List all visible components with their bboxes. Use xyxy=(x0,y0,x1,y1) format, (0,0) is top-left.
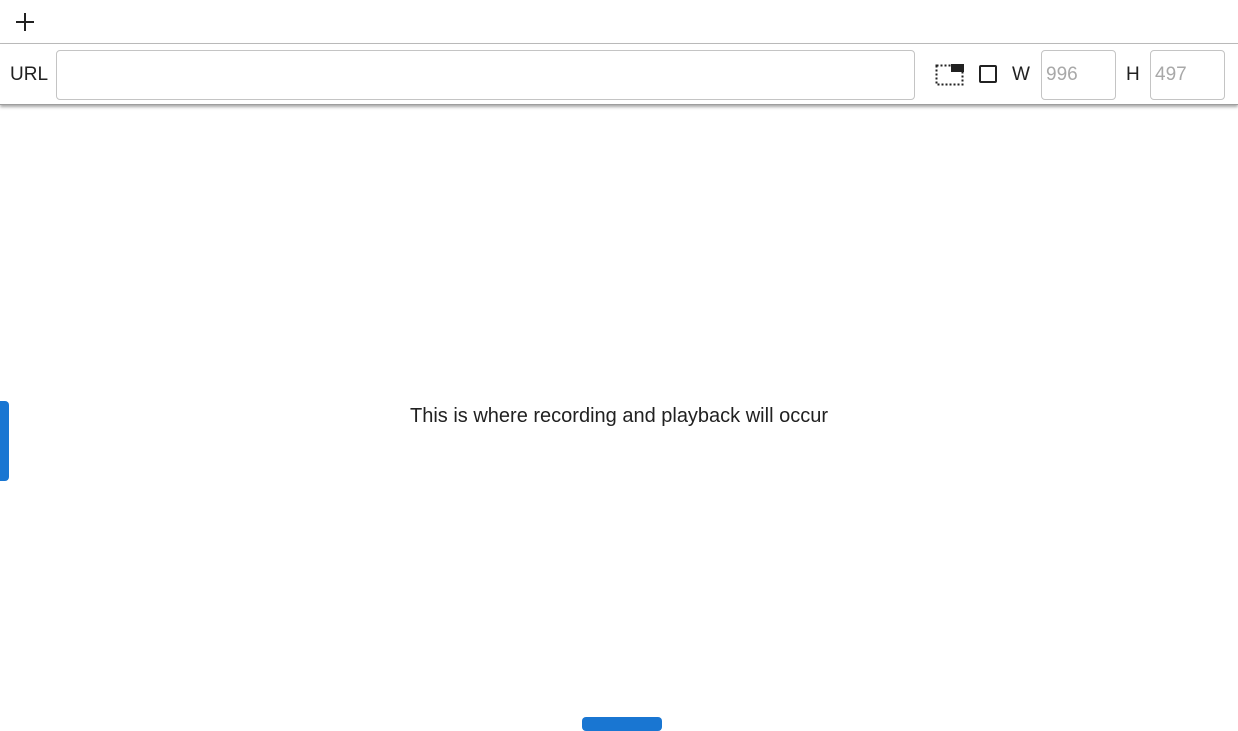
playback-stage: This is where recording and playback wil… xyxy=(0,106,1238,722)
side-panel-handle[interactable] xyxy=(0,401,9,481)
plus-icon xyxy=(16,13,34,31)
bottom-panel-handle[interactable] xyxy=(582,717,662,731)
toolbar: URL W H xyxy=(0,44,1238,105)
viewport-select-icon[interactable] xyxy=(935,62,965,86)
width-label: W xyxy=(1012,64,1030,85)
width-input[interactable] xyxy=(1041,50,1116,100)
stage-message: This is where recording and playback wil… xyxy=(410,405,828,427)
height-input[interactable] xyxy=(1150,50,1225,100)
add-tab-button[interactable] xyxy=(11,8,39,36)
url-input[interactable] xyxy=(56,50,915,100)
tab-bar xyxy=(0,0,1238,44)
lock-dimensions-checkbox[interactable] xyxy=(979,65,997,83)
height-label: H xyxy=(1126,64,1140,85)
url-label: URL xyxy=(10,64,49,85)
